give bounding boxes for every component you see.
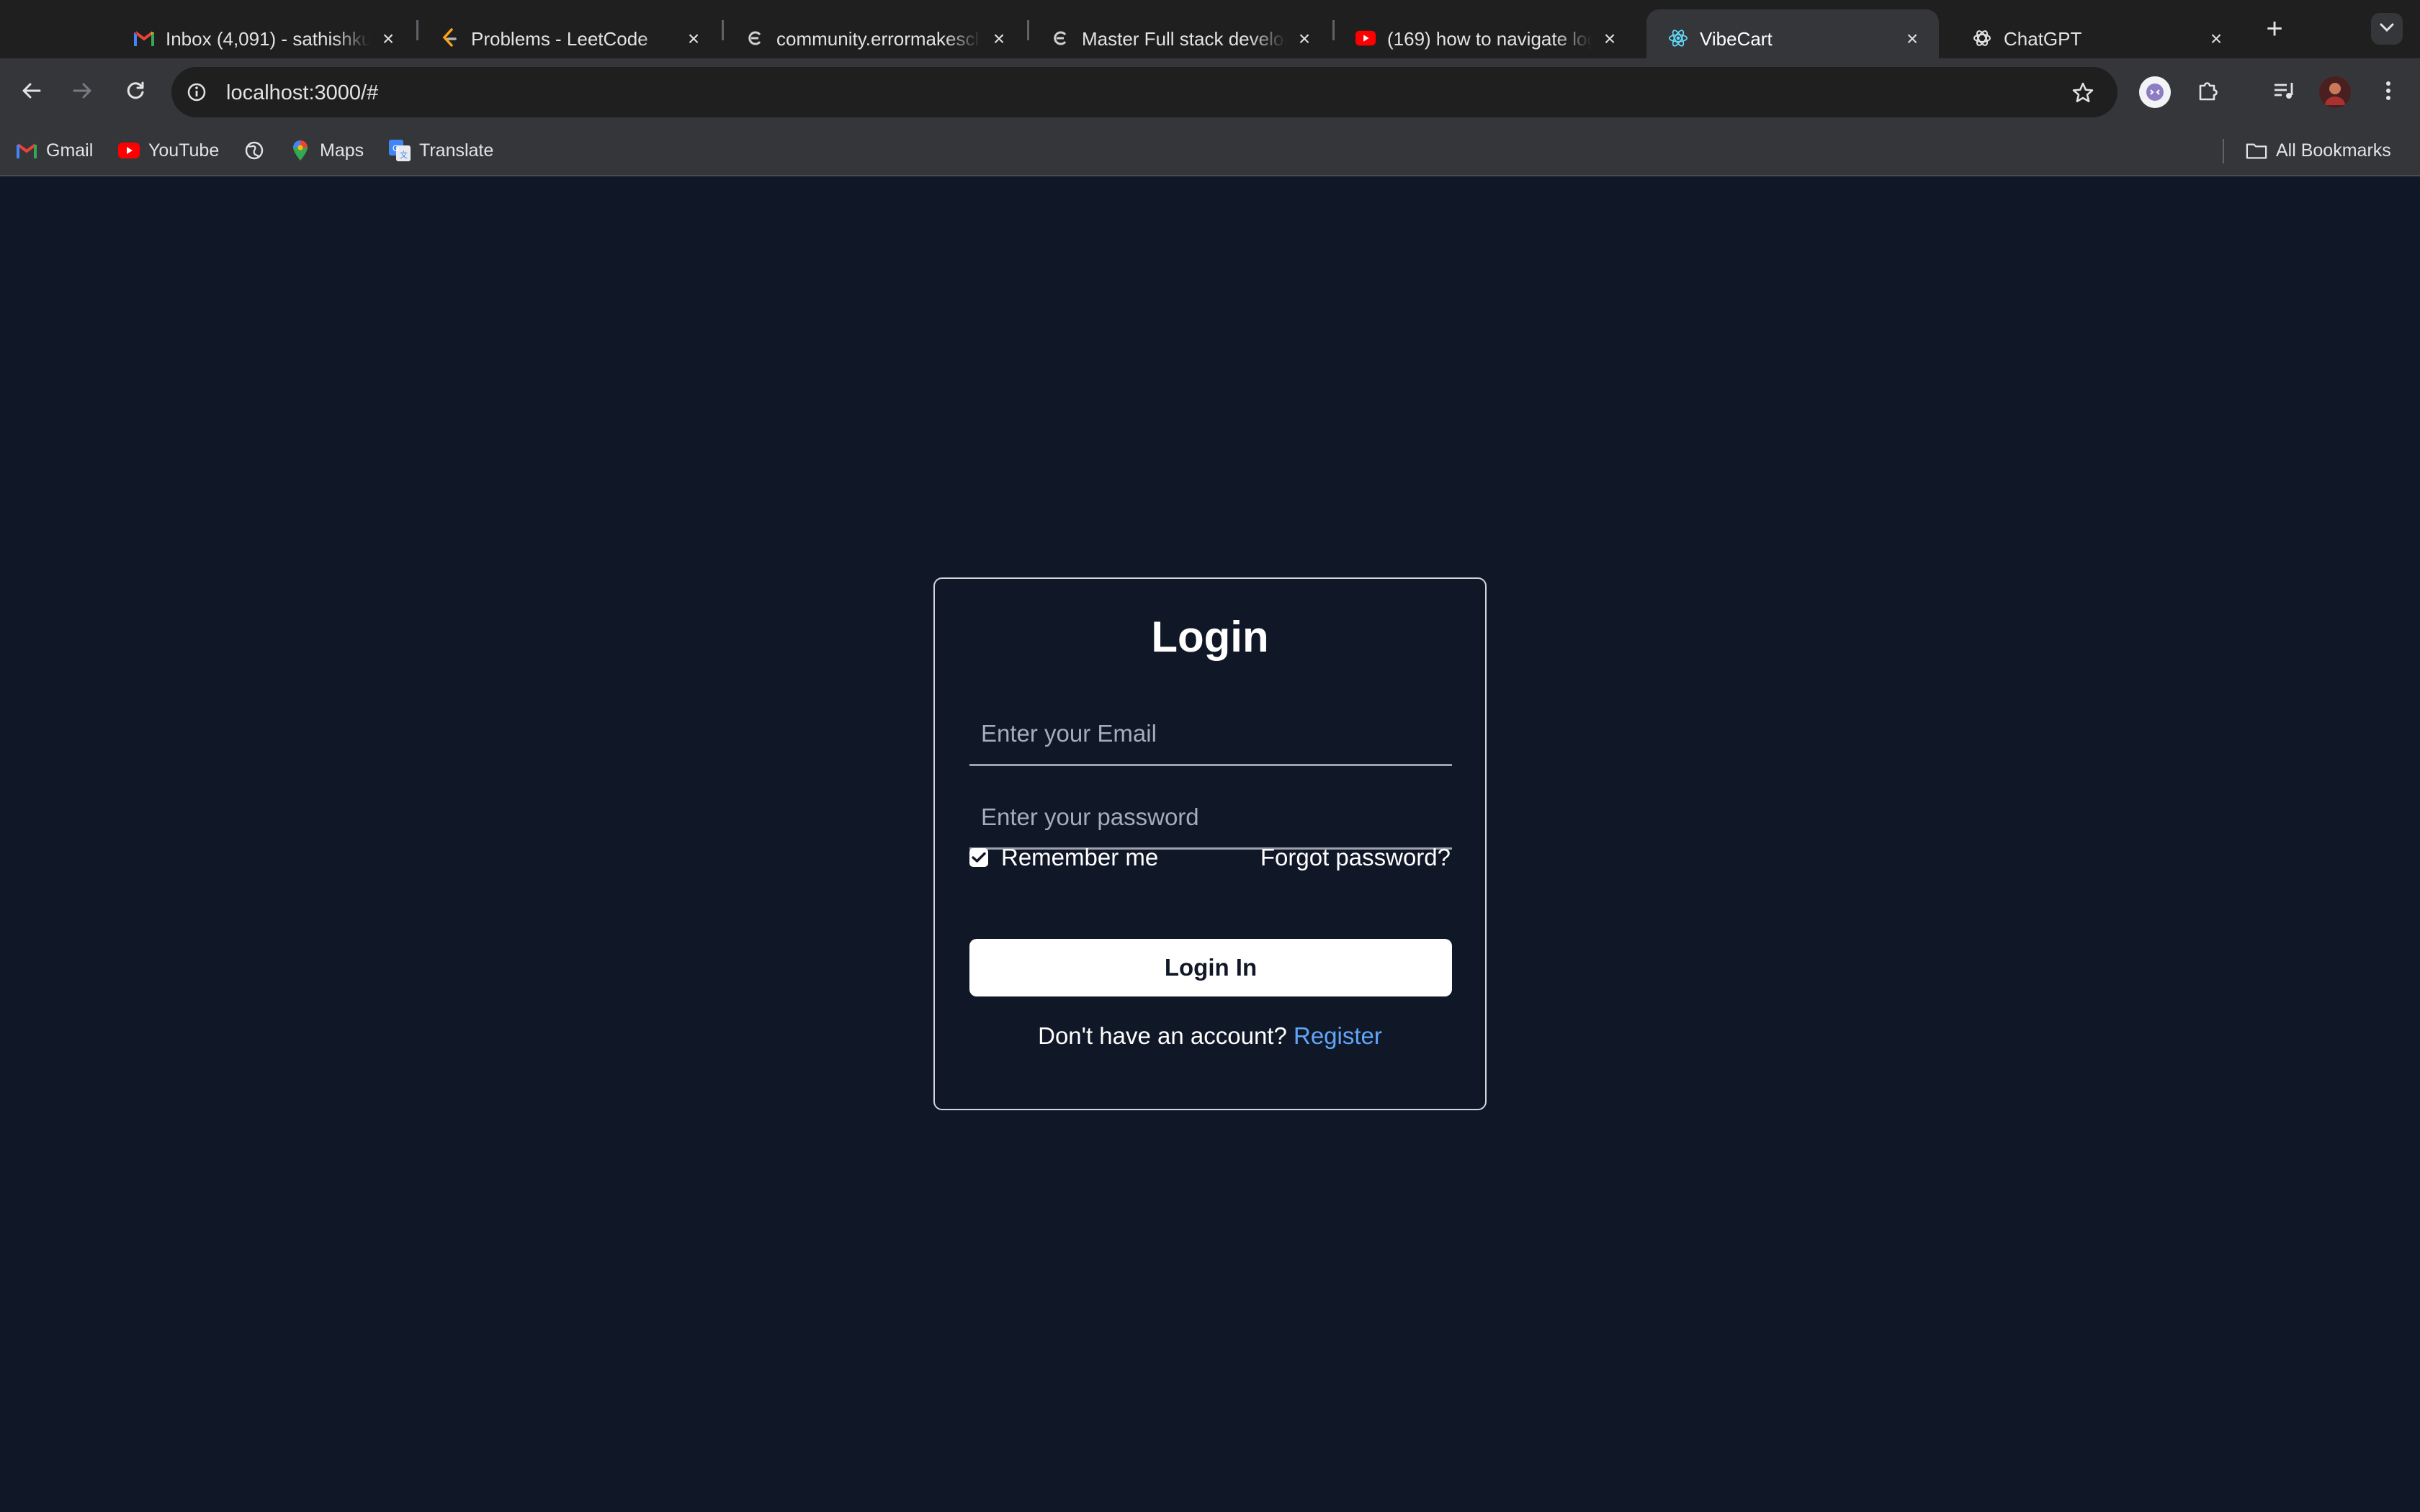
email-field[interactable] [969, 703, 1452, 766]
bookmark-translate[interactable]: G文 Translate [389, 138, 493, 163]
address-bar[interactable]: localhost:3000/# [171, 67, 2118, 117]
queue-music-icon [2272, 80, 2297, 105]
media-controls-button[interactable] [2267, 75, 2302, 109]
page-content: Login Remember me Forgot password? Login… [0, 176, 2420, 1512]
arrow-left-icon [21, 80, 42, 105]
puzzle-icon [2196, 78, 2220, 107]
bookmark-globe[interactable] [243, 138, 265, 163]
openai-icon [1972, 28, 1992, 48]
tab-leetcode[interactable]: Problems - LeetCode × [418, 9, 720, 58]
globe-icon [243, 140, 265, 161]
react-icon [1668, 28, 1688, 48]
gmail-icon [134, 28, 154, 48]
bookmark-label: Maps [320, 140, 364, 161]
tab-youtube[interactable]: (169) how to navigate login × [1334, 9, 1636, 58]
errormakesclever-icon [745, 28, 765, 48]
all-bookmarks-button[interactable]: All Bookmarks [2246, 138, 2391, 163]
tab-search-button[interactable] [2371, 13, 2403, 45]
register-link[interactable]: Register [1294, 1022, 1382, 1049]
password-field[interactable] [969, 786, 1452, 850]
leetcode-icon [439, 28, 460, 48]
svg-text:G: G [393, 143, 399, 153]
checkmark-icon [972, 852, 986, 863]
errormakesclever-icon [1050, 28, 1070, 48]
back-button[interactable] [13, 73, 50, 111]
bookmarks-bar: Gmail YouTube Maps G文 Translate All Book… [0, 126, 2420, 176]
tab-chatgpt[interactable]: ChatGPT × [1950, 9, 2243, 58]
bookmark-star-icon[interactable] [2070, 80, 2096, 106]
tab-fullstack[interactable]: Master Full stack development × [1028, 9, 1331, 58]
tab-title: Master Full stack development [1082, 28, 1286, 50]
reload-button[interactable] [117, 73, 154, 111]
avatar [2319, 76, 2351, 108]
tab-strip: Inbox (4,091) - sathishkumar × Problems … [0, 0, 2420, 58]
login-button[interactable]: Login In [969, 939, 1452, 996]
tab-title: Inbox (4,091) - sathishkumar [166, 28, 370, 50]
extensions-button[interactable] [2191, 75, 2226, 109]
bookmark-label: Translate [419, 140, 494, 161]
svg-text:文: 文 [400, 150, 408, 160]
close-icon[interactable]: × [1295, 29, 1314, 49]
remember-me-label: Remember me [1001, 844, 1159, 870]
forward-button[interactable] [63, 73, 101, 111]
address-url: localhost:3000/# [226, 81, 379, 104]
login-card: Login Remember me Forgot password? Login… [933, 577, 1487, 1110]
browser-window: Inbox (4,091) - sathishkumar × Problems … [0, 0, 2420, 1512]
more-vertical-icon [2385, 80, 2392, 105]
bookmark-maps[interactable]: Maps [290, 138, 364, 163]
gmail-icon [16, 140, 37, 161]
tab-title: (169) how to navigate login [1387, 28, 1592, 50]
bookmark-label: YouTube [148, 140, 220, 161]
extension-icon [2139, 76, 2171, 108]
all-bookmarks-label: All Bookmarks [2276, 140, 2391, 161]
maps-icon [290, 140, 311, 161]
tab-title: VibeCart [1700, 28, 1773, 50]
reload-icon [125, 80, 146, 105]
close-icon[interactable]: × [2207, 29, 2226, 49]
folder-icon [2246, 140, 2267, 161]
close-icon[interactable]: × [1903, 29, 1922, 49]
youtube-icon [118, 140, 140, 161]
youtube-icon [1355, 28, 1376, 48]
remember-me[interactable]: Remember me [969, 842, 1158, 873]
close-icon[interactable]: × [1600, 29, 1619, 49]
chevron-down-icon [2379, 22, 2395, 36]
tab-gmail[interactable]: Inbox (4,091) - sathishkumar × [112, 9, 415, 58]
tab-title: ChatGPT [2004, 28, 2082, 50]
forgot-password-link[interactable]: Forgot password? [1260, 842, 1451, 873]
page-title: Login [1151, 613, 1269, 661]
tab-vibecart[interactable]: VibeCart × [1646, 9, 1939, 58]
tab-title: Problems - LeetCode [471, 28, 648, 50]
remember-me-checkbox[interactable] [969, 848, 988, 867]
close-icon[interactable]: × [990, 29, 1008, 49]
bookmark-gmail[interactable]: Gmail [16, 138, 93, 163]
register-prompt: Don't have an account? Register [935, 1021, 1485, 1051]
profile-button[interactable] [2318, 75, 2352, 109]
register-prompt-text: Don't have an account? [1038, 1022, 1287, 1049]
bookmarks-divider [2223, 139, 2224, 163]
browser-menu-button[interactable] [2371, 75, 2406, 109]
close-icon[interactable]: × [684, 29, 703, 49]
bookmark-label: Gmail [46, 140, 94, 161]
browser-toolbar: localhost:3000/# [0, 58, 2420, 126]
extension-avatar-button[interactable] [2138, 75, 2172, 109]
tab-errormakesclever[interactable]: community.errormakesclever × [723, 9, 1026, 58]
close-icon[interactable]: × [379, 29, 398, 49]
tab-title: community.errormakesclever [776, 28, 981, 50]
arrow-right-icon [71, 80, 93, 105]
new-tab-button[interactable]: + [2262, 14, 2287, 43]
translate-icon: G文 [389, 140, 411, 161]
bookmark-youtube[interactable]: YouTube [118, 138, 219, 163]
site-info-icon[interactable] [186, 81, 207, 103]
